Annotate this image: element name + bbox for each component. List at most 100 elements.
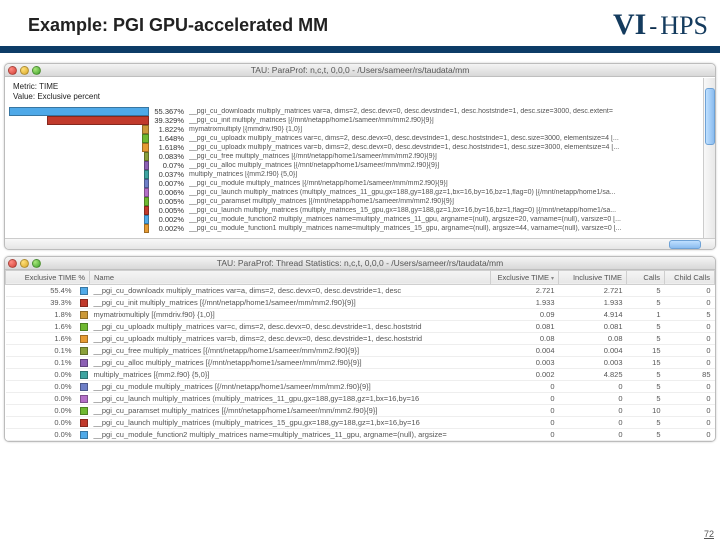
profile-percent: 1.822%: [153, 125, 185, 134]
profile-bar[interactable]: [142, 134, 149, 143]
color-swatch-cell: [76, 332, 90, 344]
cell-name: __pgi_cu_launch multiply_matrices (multi…: [90, 392, 491, 404]
col-calls[interactable]: Calls: [627, 270, 665, 284]
profile-bar[interactable]: [144, 206, 149, 215]
table-row[interactable]: 0.0%multiply_matrices [{mm2.f90} {5,0}]0…: [6, 368, 715, 380]
bar-wrap: [9, 171, 149, 178]
table-row[interactable]: 0.1%__pgi_cu_alloc multiply_matrices [{/…: [6, 356, 715, 368]
col-inclusive-time[interactable]: Inclusive TIME: [559, 270, 627, 284]
profile-bar[interactable]: [144, 161, 149, 170]
col-exclusive-time[interactable]: Exclusive TIME: [491, 270, 559, 284]
logo-dash: -: [649, 14, 657, 41]
color-swatch-cell: [76, 392, 90, 404]
bar-wrap: [9, 198, 149, 205]
profile-bar[interactable]: [144, 170, 149, 179]
profile-bar[interactable]: [144, 215, 149, 224]
cell-calls: 5: [627, 380, 665, 392]
close-icon[interactable]: [8, 259, 17, 268]
profile-bar[interactable]: [142, 143, 149, 152]
function-name[interactable]: __pgi_cu_downloadx multiply_matrices var…: [189, 108, 703, 115]
function-name[interactable]: mymatrixmultiply [{mmdriv.f90} {1,0}]: [189, 126, 703, 133]
table-row[interactable]: 0.0%__pgi_cu_launch multiply_matrices (m…: [6, 416, 715, 428]
paraprof-table-window: TAU: ParaProf: Thread Statistics: n,c,t,…: [4, 256, 716, 442]
function-name[interactable]: __pgi_cu_free multiply_matrices [{/mnt/n…: [189, 153, 703, 160]
cell-exclusive-time: 0: [491, 428, 559, 440]
color-swatch-cell: [76, 344, 90, 356]
cell-exclusive-pct: 39.3%: [6, 296, 76, 308]
cell-exclusive-time: 0.004: [491, 344, 559, 356]
col-child-calls[interactable]: Child Calls: [665, 270, 715, 284]
function-name[interactable]: __pgi_cu_module multiply_matrices [{/mnt…: [189, 180, 703, 187]
cell-exclusive-pct: 1.6%: [6, 320, 76, 332]
profile-percent: 1.618%: [153, 143, 185, 152]
cell-child-calls: 0: [665, 284, 715, 296]
table-row[interactable]: 0.0%__pgi_cu_paramset multiply_matrices …: [6, 404, 715, 416]
window-titlebar[interactable]: TAU: ParaProf: Thread Statistics: n,c,t,…: [5, 257, 715, 270]
function-name[interactable]: __pgi_cu_uploadx multiply_matrices var=b…: [189, 144, 703, 151]
cell-calls: 5: [627, 296, 665, 308]
function-name[interactable]: __pgi_cu_paramset multiply_matrices [{/m…: [189, 198, 703, 205]
window-titlebar[interactable]: TAU: ParaProf: n,c,t, 0,0,0 - /Users/sam…: [5, 64, 715, 77]
cell-calls: 5: [627, 320, 665, 332]
profile-bar[interactable]: [144, 179, 149, 188]
table-row[interactable]: 0.0%__pgi_cu_module_function2 multiply_m…: [6, 428, 715, 440]
table-row[interactable]: 55.4%__pgi_cu_downloadx multiply_matrice…: [6, 284, 715, 296]
zoom-icon[interactable]: [32, 66, 41, 75]
cell-child-calls: 0: [665, 356, 715, 368]
horizontal-scrollbar[interactable]: [5, 238, 715, 249]
function-name[interactable]: __pgi_cu_module_function2 multiply_matri…: [189, 216, 703, 223]
profile-bar[interactable]: [47, 116, 149, 125]
col-exclusive-pct[interactable]: Exclusive TIME %: [6, 270, 90, 284]
profile-bar[interactable]: [144, 152, 149, 161]
table-row[interactable]: 39.3%__pgi_cu_init multiply_matrices [{/…: [6, 296, 715, 308]
table-row[interactable]: 0.1%__pgi_cu_free multiply_matrices [{/m…: [6, 344, 715, 356]
function-name[interactable]: __pgi_cu_module_function1 multiply_matri…: [189, 225, 703, 232]
function-name[interactable]: multiply_matrices [{mm2.f90} {5,0}]: [189, 171, 703, 178]
cell-calls: 15: [627, 344, 665, 356]
col-name[interactable]: Name: [90, 270, 491, 284]
cell-calls: 5: [627, 284, 665, 296]
table-body: 55.4%__pgi_cu_downloadx multiply_matrice…: [6, 284, 715, 440]
table-row[interactable]: 1.8%mymatrixmultiply [{mmdriv.f90} {1,0}…: [6, 308, 715, 320]
close-icon[interactable]: [8, 66, 17, 75]
color-swatch-cell: [76, 320, 90, 332]
cell-child-calls: 0: [665, 344, 715, 356]
cell-name: __pgi_cu_uploadx multiply_matrices var=c…: [90, 320, 491, 332]
profile-bar[interactable]: [144, 197, 149, 206]
cell-exclusive-time: 0: [491, 380, 559, 392]
table-row[interactable]: 1.6% __pgi_cu_uploadx multiply_matrices v…: [6, 320, 715, 332]
profile-bar[interactable]: [144, 224, 149, 233]
minimize-icon[interactable]: [20, 66, 29, 75]
cell-name: __pgi_cu_free multiply_matrices [{/mnt/n…: [90, 344, 491, 356]
profile-bar[interactable]: [9, 107, 149, 116]
cell-inclusive-time: 0: [559, 428, 627, 440]
function-name[interactable]: __pgi_cu_uploadx multiply_matrices var=c…: [189, 135, 703, 142]
table-row[interactable]: 0.0%__pgi_cu_launch multiply_matrices (m…: [6, 392, 715, 404]
cell-inclusive-time: 4.914: [559, 308, 627, 320]
function-name[interactable]: __pgi_cu_alloc multiply_matrices [{/mnt/…: [189, 162, 703, 169]
bar-area[interactable]: 55.367%__pgi_cu_downloadx multiply_matri…: [9, 107, 703, 235]
cell-name: __pgi_cu_alloc multiply_matrices [{/mnt/…: [90, 356, 491, 368]
vertical-scrollbar[interactable]: [703, 78, 715, 239]
cell-inclusive-time: 0: [559, 404, 627, 416]
minimize-icon[interactable]: [20, 259, 29, 268]
cell-name: __pgi_cu_uploadx multiply_matrices var=b…: [90, 332, 491, 344]
bar-wrap: [9, 153, 149, 160]
profile-bar[interactable]: [142, 125, 149, 134]
metric-header: Metric: TIME Value: Exclusive percent: [9, 80, 703, 107]
metric-label: Metric: TIME: [13, 82, 701, 92]
cell-inclusive-time: 0: [559, 392, 627, 404]
cell-inclusive-time: 1.933: [559, 296, 627, 308]
slide-title: Example: PGI GPU-accelerated MM: [28, 15, 328, 36]
table-row[interactable]: 0.0%__pgi_cu_module multiply_matrices [{…: [6, 380, 715, 392]
profile-bar[interactable]: [144, 188, 149, 197]
zoom-icon[interactable]: [32, 259, 41, 268]
cell-exclusive-time: 0.081: [491, 320, 559, 332]
function-name[interactable]: __pgi_cu_init multiply_matrices [{/mnt/n…: [189, 117, 703, 124]
cell-exclusive-pct: 0.0%: [6, 428, 76, 440]
color-swatch-icon: [80, 371, 88, 379]
cell-inclusive-time: 0.08: [559, 332, 627, 344]
function-name[interactable]: __pgi_cu_launch multiply_matrices (multi…: [189, 189, 703, 196]
function-name[interactable]: __pgi_cu_launch multiply_matrices (multi…: [189, 207, 703, 214]
table-row[interactable]: 1.6%__pgi_cu_uploadx multiply_matrices v…: [6, 332, 715, 344]
